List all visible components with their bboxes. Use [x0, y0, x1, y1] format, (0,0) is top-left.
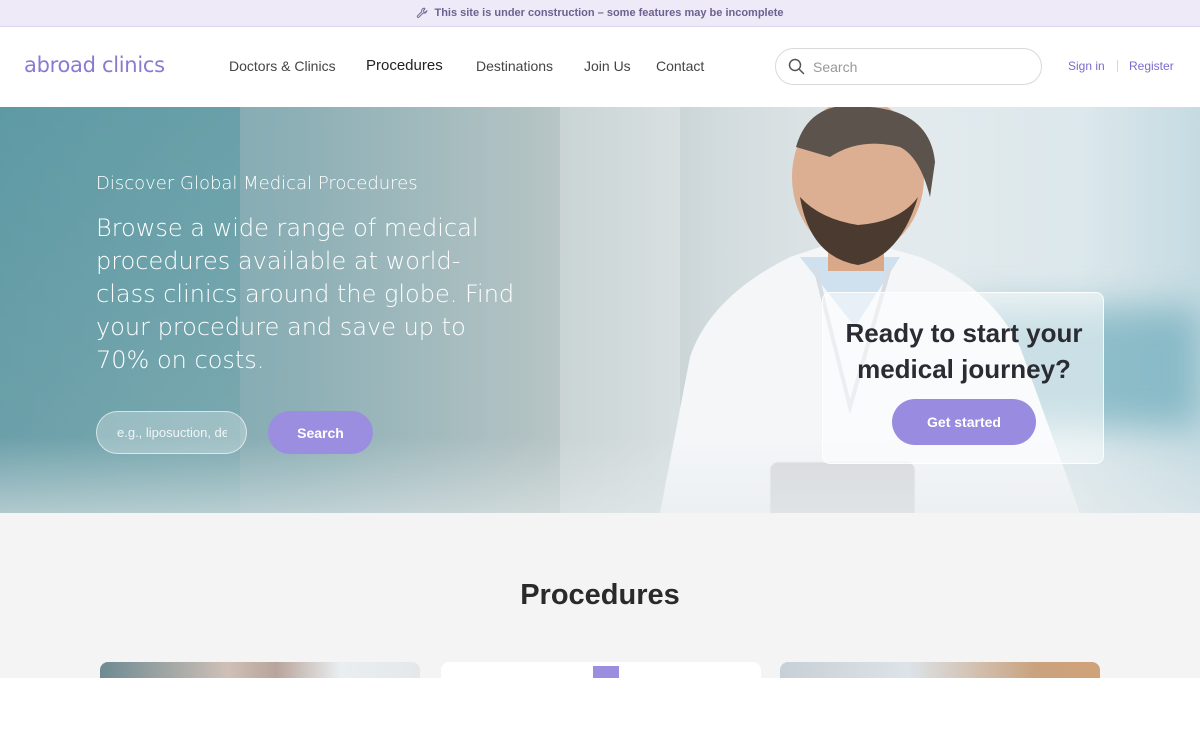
wrench-icon [417, 7, 428, 18]
banner-text: This site is under construction – some f… [434, 7, 784, 19]
hero-description: Browse a wide range of medical procedure… [96, 214, 515, 374]
get-started-button[interactable]: Get started [892, 399, 1036, 445]
logo[interactable]: abroad clinics [24, 53, 165, 77]
auth-divider [1117, 60, 1118, 72]
procedure-card[interactable] [780, 662, 1100, 678]
nav-contact[interactable]: Contact [656, 58, 704, 74]
hero-tagline: Discover Global Medical Procedures [96, 173, 418, 194]
cta-title: Ready to start your medical journey? [845, 318, 1083, 384]
site-header: abroad clinics Doctors & Clinics Procedu… [0, 27, 1200, 107]
header-search[interactable] [775, 48, 1042, 85]
sign-in-link[interactable]: Sign in [1068, 59, 1105, 73]
search-input[interactable] [813, 58, 1013, 75]
procedure-card[interactable] [441, 662, 761, 678]
nav-procedures[interactable]: Procedures [366, 57, 443, 74]
page-bottom [0, 678, 1200, 750]
search-icon [788, 58, 805, 75]
cta-card: Ready to start your medical journey? Get… [822, 292, 1104, 464]
construction-banner: This site is under construction – some f… [0, 0, 1200, 27]
hero-section: Discover Global Medical Procedures Brows… [0, 107, 1200, 513]
procedure-search-input[interactable] [117, 425, 227, 440]
nav-destinations[interactable]: Destinations [476, 58, 553, 74]
procedures-section: Procedures [0, 513, 1200, 678]
procedure-card[interactable] [100, 662, 420, 678]
card-image-placeholder [593, 666, 619, 678]
procedure-search-button[interactable]: Search [268, 411, 373, 454]
register-link[interactable]: Register [1129, 59, 1174, 73]
procedure-search-field[interactable] [96, 411, 247, 454]
nav-join-us[interactable]: Join Us [584, 58, 631, 74]
procedures-heading: Procedures [520, 579, 680, 611]
nav-doctors-clinics[interactable]: Doctors & Clinics [229, 58, 336, 74]
